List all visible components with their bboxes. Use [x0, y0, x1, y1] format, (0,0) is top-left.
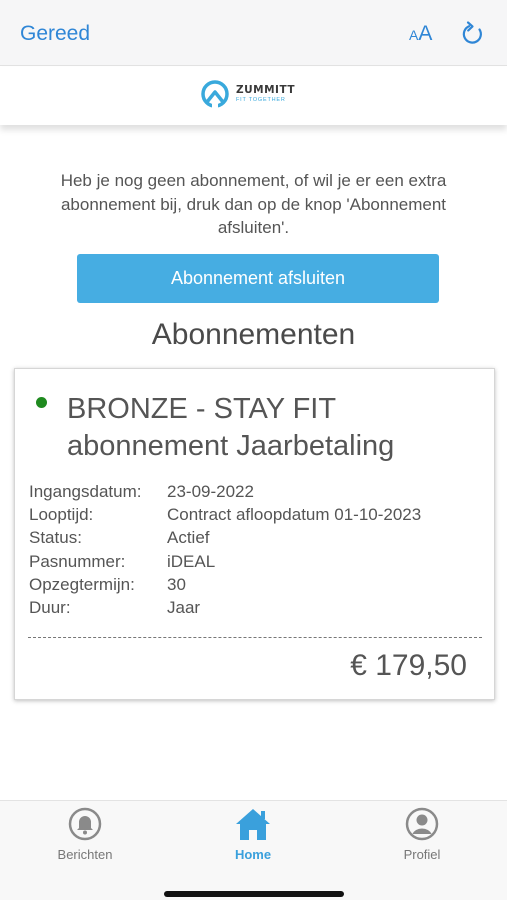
divider: [28, 637, 482, 638]
detail-label: Duur:: [29, 597, 71, 617]
detail-row: Pasnummer: iDEAL: [29, 550, 421, 573]
tab-berichten[interactable]: Berichten: [35, 807, 135, 862]
subscribe-button[interactable]: Abonnement afsluiten: [77, 254, 439, 303]
tab-home[interactable]: Home: [203, 807, 303, 862]
home-indicator[interactable]: [164, 891, 344, 897]
subscription-title: BRONZE - STAY FIT abonnement Jaarbetalin…: [67, 393, 395, 462]
tab-label: Home: [234, 847, 272, 862]
text-size-button[interactable]: AA: [409, 22, 432, 46]
browser-toolbar: Gereed AA: [0, 0, 507, 66]
detail-row: Opzegtermijn: 30: [29, 573, 421, 596]
bell-icon: [68, 807, 102, 841]
detail-value: 30: [167, 574, 186, 594]
detail-row: Duur: Jaar: [29, 596, 421, 619]
bottom-tab-bar: Berichten Home Profiel: [0, 800, 507, 900]
zummitt-logo: ZUMMITT FIT TOGETHER: [200, 76, 310, 112]
user-icon: [405, 807, 439, 841]
detail-value: Contract afloopdatum 01-10-2023: [167, 505, 422, 525]
status-indicator-icon: [36, 397, 47, 408]
text-size-big-glyph: A: [418, 22, 433, 45]
brand-header: ZUMMITT FIT TOGETHER: [0, 67, 507, 125]
detail-label: Status:: [29, 528, 82, 548]
tab-profiel[interactable]: Profiel: [372, 807, 472, 862]
detail-row: Ingangsdatum: 23-09-2022: [29, 480, 421, 503]
subscription-details: Ingangsdatum: 23-09-2022 Looptijd: Contr…: [29, 480, 421, 619]
home-icon: [236, 809, 270, 840]
subscription-price: € 179,50: [350, 649, 467, 682]
detail-label: Opzegtermijn:: [29, 574, 135, 594]
reload-icon[interactable]: [460, 20, 486, 48]
detail-value: Actief: [167, 528, 210, 548]
tab-label: Berichten: [57, 847, 113, 862]
text-size-small-glyph: A: [409, 27, 419, 43]
detail-label: Ingangsdatum:: [29, 482, 142, 501]
page-title: Abonnementen: [151, 318, 356, 351]
detail-row: Status: Actief: [29, 526, 421, 549]
tab-label: Profiel: [403, 847, 441, 862]
logo-wordmark: ZUMMITT: [236, 84, 296, 96]
detail-value: 23-09-2022: [167, 482, 254, 501]
logo-tagline: FIT TOGETHER: [236, 97, 286, 103]
detail-label: Looptijd:: [29, 505, 94, 525]
detail-label: Pasnummer:: [29, 551, 126, 571]
intro-text: Heb je nog geen abonnement, of wil je er…: [60, 171, 447, 237]
detail-value: iDEAL: [167, 551, 216, 571]
done-button[interactable]: Gereed: [20, 22, 90, 46]
detail-value: Jaar: [167, 597, 201, 617]
detail-row: Looptijd: Contract afloopdatum 01-10-202…: [29, 503, 421, 526]
subscription-card: BRONZE - STAY FIT abonnement Jaarbetalin…: [14, 368, 495, 700]
logo-mark-icon: [201, 80, 229, 109]
